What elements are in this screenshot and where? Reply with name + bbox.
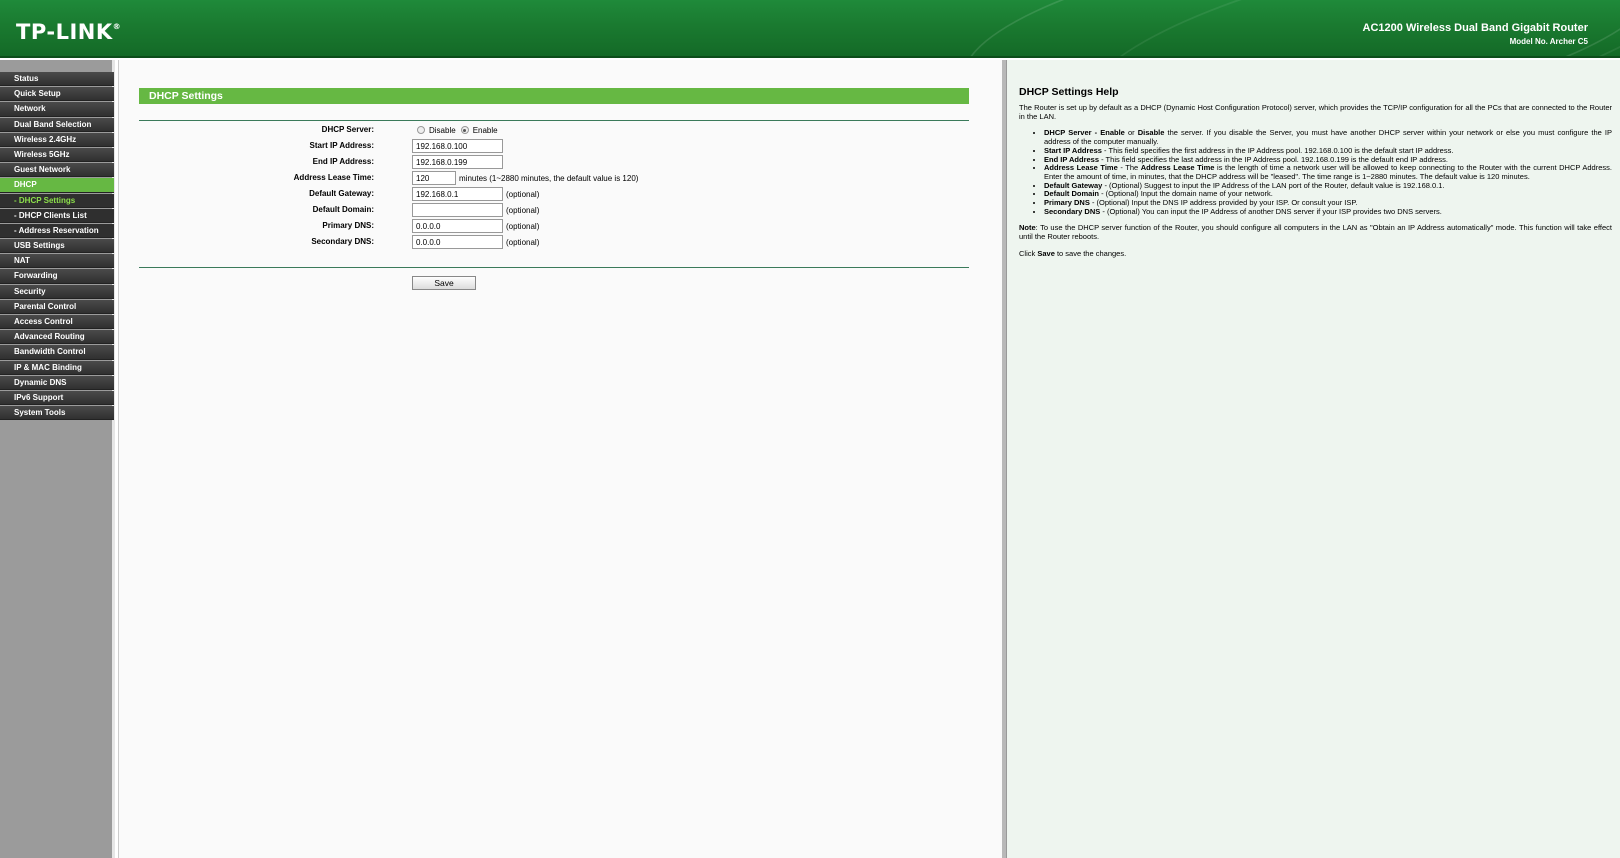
gateway-row: Default Gateway: (optional) [139, 186, 969, 202]
sidebar-item-status[interactable]: Status [0, 72, 114, 87]
sidebar-item-dynamic-dns[interactable]: Dynamic DNS [0, 375, 114, 390]
lease-time-hint: minutes (1~2880 minutes, the default val… [459, 173, 639, 183]
help-item-secondary-dns: Secondary DNS - (Optional) You can input… [1044, 207, 1612, 217]
help-item-dhcp-server: DHCP Server - Enable or Disable the serv… [1044, 129, 1612, 146]
secondary-dns-input[interactable] [412, 235, 503, 249]
dhcp-server-row: DHCP Server: Disable Enable [139, 122, 969, 138]
sidebar-item-bandwidth-control[interactable]: Bandwidth Control [0, 345, 114, 360]
help-item-lease-time: Address Lease Time - The Address Lease T… [1044, 163, 1612, 181]
secondary-dns-hint: (optional) [506, 237, 540, 247]
sidebar-item-security[interactable]: Security [0, 284, 114, 299]
domain-hint: (optional) [506, 205, 540, 215]
sidebar-item-nat[interactable]: NAT [0, 254, 114, 269]
sidebar-item-network[interactable]: Network [0, 102, 114, 117]
product-name: AC1200 Wireless Dual Band Gigabit Router [1362, 22, 1588, 34]
start-ip-label: Start IP Address: [309, 141, 374, 150]
primary-dns-input[interactable] [412, 219, 503, 233]
main-content: DHCP Settings DHCP Server: Disable Enabl… [118, 60, 1006, 858]
divider-top [139, 120, 969, 121]
header-banner: TP-LINK® AC1200 Wireless Dual Band Gigab… [0, 0, 1620, 58]
tp-link-logo: TP-LINK® [16, 20, 121, 44]
section-title: DHCP Settings [139, 88, 969, 104]
sidebar-item-dual-band-selection[interactable]: Dual Band Selection [0, 117, 114, 132]
lease-time-label: Address Lease Time: [293, 173, 374, 182]
sidebar-item-ip-mac-binding[interactable]: IP & MAC Binding [0, 360, 114, 375]
domain-input[interactable] [412, 203, 503, 217]
end-ip-input[interactable] [412, 155, 503, 169]
primary-dns-hint: (optional) [506, 221, 540, 231]
help-note: Note: To use the DHCP server function of… [1019, 224, 1612, 241]
help-note-text: : To use the DHCP server function of the… [1019, 223, 1612, 242]
registered-mark: ® [112, 22, 122, 31]
primary-dns-row: Primary DNS: (optional) [139, 218, 969, 234]
domain-row: Default Domain: (optional) [139, 202, 969, 218]
lease-time-input[interactable] [412, 171, 456, 185]
sidebar-subitem-dhcp-clients-list[interactable]: - DHCP Clients List [0, 208, 114, 223]
secondary-dns-label: Secondary DNS: [311, 237, 374, 246]
dhcp-enable-radio[interactable] [460, 126, 469, 134]
sidebar-subitem-dhcp-settings[interactable]: - DHCP Settings [0, 193, 114, 208]
sidebar-nav: Status Quick Setup Network Dual Band Sel… [0, 60, 115, 858]
sidebar-item-ipv6-support[interactable]: IPv6 Support [0, 390, 114, 406]
help-intro: The Router is set up by default as a DHC… [1019, 103, 1612, 121]
help-panel: DHCP Settings Help The Router is set up … [1006, 60, 1620, 858]
help-click-save: Click Save to save the changes. [1019, 248, 1127, 258]
save-button[interactable]: Save [412, 276, 476, 290]
help-title: DHCP Settings Help [1019, 86, 1119, 98]
dhcp-server-options: Disable Enable [412, 122, 498, 138]
help-list: DHCP Server - Enable or Disable the serv… [1044, 129, 1612, 216]
end-ip-row: End IP Address: [139, 154, 969, 170]
start-ip-row: Start IP Address: [139, 138, 969, 154]
end-ip-label: End IP Address: [312, 157, 374, 166]
sidebar-item-advanced-routing[interactable]: Advanced Routing [0, 330, 114, 345]
primary-dns-label: Primary DNS: [322, 221, 374, 230]
model-number: Model No. Archer C5 [1509, 37, 1588, 46]
start-ip-input[interactable] [412, 139, 503, 153]
gateway-label: Default Gateway: [309, 189, 374, 198]
sidebar-item-forwarding[interactable]: Forwarding [0, 269, 114, 284]
sidebar-subitem-address-reservation[interactable]: - Address Reservation [0, 223, 114, 239]
sidebar-item-guest-network[interactable]: Guest Network [0, 163, 114, 178]
dhcp-disable-radio[interactable] [417, 126, 425, 134]
dhcp-enable-label: Enable [472, 125, 498, 135]
sidebar-item-parental-control[interactable]: Parental Control [0, 299, 114, 314]
gateway-input[interactable] [412, 187, 503, 201]
sidebar-item-usb-settings[interactable]: USB Settings [0, 239, 114, 254]
help-note-label: Note [1019, 223, 1036, 233]
logo-text: TP-LINK [16, 20, 113, 44]
sidebar-item-dhcp[interactable]: DHCP [0, 178, 114, 193]
domain-label: Default Domain: [312, 205, 374, 214]
gateway-hint: (optional) [506, 189, 540, 199]
sidebar-item-access-control[interactable]: Access Control [0, 315, 114, 330]
dhcp-server-label: DHCP Server: [321, 125, 374, 134]
sidebar-item-system-tools[interactable]: System Tools [0, 406, 114, 421]
secondary-dns-row: Secondary DNS: (optional) [139, 234, 969, 250]
dhcp-disable-label: Disable [429, 125, 456, 135]
divider-bottom [139, 267, 969, 268]
lease-time-row: Address Lease Time: minutes (1~2880 minu… [139, 170, 969, 186]
sidebar-item-wireless-5ghz[interactable]: Wireless 5GHz [0, 147, 114, 163]
sidebar-item-wireless-24ghz[interactable]: Wireless 2.4GHz [0, 132, 114, 147]
sidebar-item-quick-setup[interactable]: Quick Setup [0, 87, 114, 102]
